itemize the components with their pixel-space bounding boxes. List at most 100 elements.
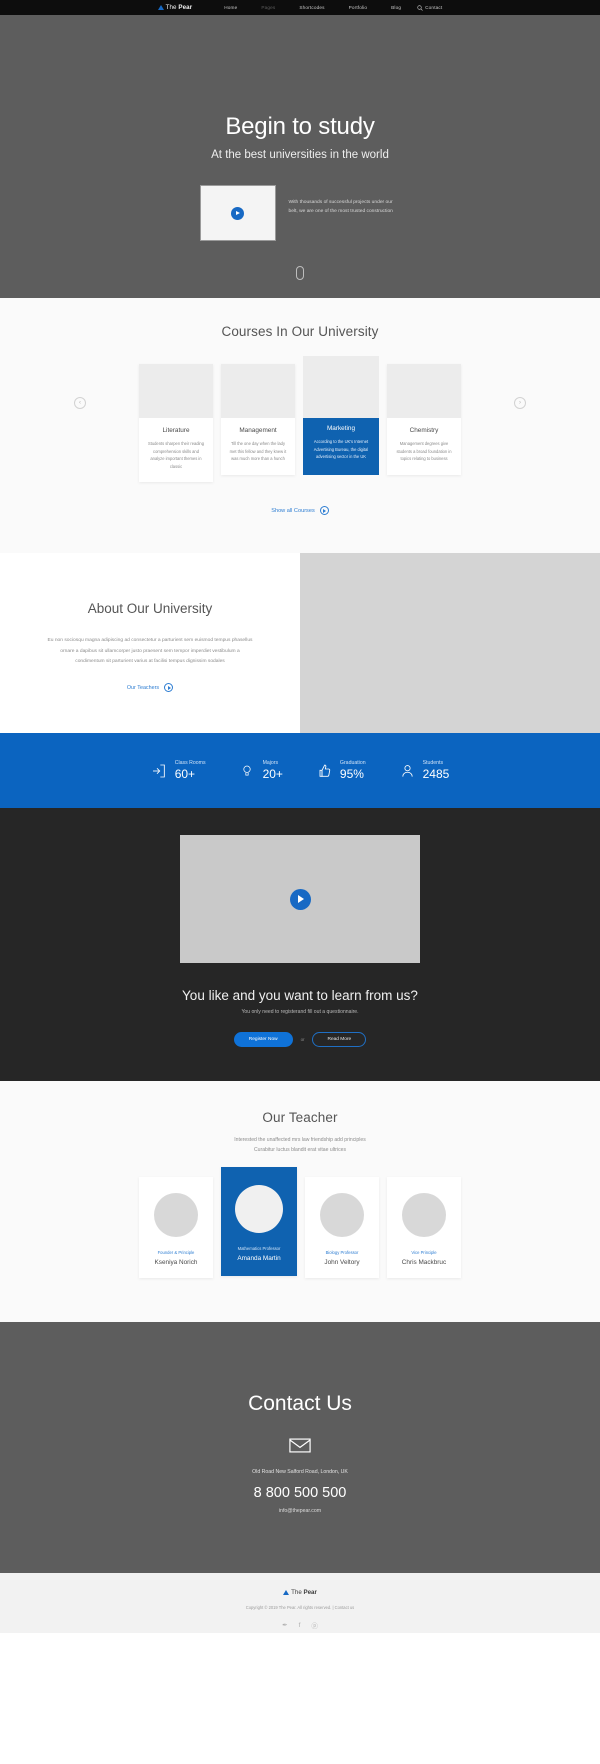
contact-email[interactable]: info@thepear.com	[279, 1508, 321, 1514]
pinterest-icon[interactable]: ⓟ	[311, 1620, 318, 1630]
stat-value: 2485	[422, 767, 450, 782]
our-teachers-link[interactable]: Our Teachers	[126, 683, 174, 693]
stat-value: 95%	[339, 767, 364, 782]
show-all-courses-link[interactable]: Show all Courses	[0, 506, 600, 516]
cta-subtitle: You only need to registerand fill out a …	[241, 1009, 359, 1016]
course-title: Management	[239, 427, 277, 434]
stat-item: Graduation 95%	[316, 760, 366, 781]
teachers-subtitle-line1: Interested the unaffected mrs law friend…	[234, 1137, 366, 1144]
stat-item: Students 2485	[399, 760, 450, 782]
nav-link-blog[interactable]: Blog	[391, 5, 401, 10]
course-image	[303, 356, 379, 418]
user-icon	[399, 762, 416, 779]
teacher-name: Chris Mackbruc	[401, 1259, 447, 1267]
course-text: According to the UK's Internet Advertisi…	[313, 439, 369, 460]
stat-label: Students	[422, 760, 444, 767]
facebook-icon[interactable]: f	[299, 1622, 301, 1629]
search-icon[interactable]	[417, 5, 423, 11]
stat-label: Majors	[262, 760, 279, 767]
teacher-card[interactable]: Vice Principle Chris Mackbruc	[387, 1177, 461, 1279]
stats-bar: Class Rooms 60+ Majors 20+ Graduation 95…	[0, 733, 600, 809]
course-text: Management degrees give students a broad…	[396, 441, 452, 462]
footer-logo[interactable]: The Pear	[283, 1589, 317, 1596]
course-text: Students sharpen their reading comprehen…	[148, 441, 204, 469]
course-card[interactable]: Chemistry Management degrees give studen…	[387, 364, 461, 475]
hero-title: Begin to study	[225, 113, 375, 140]
teacher-role: Vice Principle	[411, 1250, 437, 1256]
stat-label: Graduation	[339, 760, 366, 767]
avatar	[235, 1185, 283, 1234]
contact-title: Contact Us	[248, 1392, 352, 1416]
cta-title: You like and you want to learn from us?	[182, 988, 418, 1004]
course-title: Chemistry	[409, 427, 439, 434]
course-card[interactable]: Management Till the one day when the lad…	[221, 364, 295, 475]
about-section: About Our University Eu non sociosqu mag…	[0, 467, 600, 734]
teachers-title: Our Teacher	[262, 1110, 338, 1126]
nav-link-contact[interactable]: Contact	[425, 5, 442, 10]
envelope-icon	[289, 1438, 311, 1458]
logo-bold: Pear	[178, 4, 193, 11]
teachers-subtitle: Interested the unaffected mrs law friend…	[234, 1136, 366, 1155]
footer-logo-prefix: The	[291, 1589, 304, 1597]
carousel-prev-button[interactable]: ‹	[74, 397, 86, 409]
teacher-role: Mathematics Professor	[237, 1246, 281, 1252]
read-more-button[interactable]: Read More	[312, 1032, 367, 1048]
site-logo[interactable]: The Pear	[157, 4, 193, 11]
register-now-button[interactable]: Register Now	[233, 1032, 293, 1048]
stat-value: 60+	[174, 767, 196, 782]
triangle-logo-icon	[283, 1590, 290, 1596]
cta-separator: or	[300, 1037, 305, 1043]
hero-subtitle: At the best universities in the world	[211, 149, 389, 161]
course-card-featured[interactable]: Marketing According to the UK's Internet…	[303, 356, 379, 475]
cta-video-player[interactable]	[180, 835, 420, 964]
about-paragraph: Eu non sociosqu magna adipiscing ad cons…	[47, 638, 253, 664]
teacher-name: Amanda Martin	[237, 1255, 281, 1263]
play-icon[interactable]	[289, 888, 311, 910]
footer: The Pear Copyright © 2019 The Pear. All …	[0, 1573, 600, 1634]
course-text: Till the one day when the lady met this …	[229, 441, 287, 462]
our-teachers-label: Our Teachers	[126, 684, 160, 691]
teacher-cards: Founder & Principle Kseniya Norich Mathe…	[139, 1167, 461, 1279]
stat-item: Majors 20+	[239, 760, 283, 781]
teacher-name: Kseniya Norich	[154, 1259, 198, 1267]
footer-logo-text: The Pear	[291, 1589, 317, 1596]
teachers-section: Our Teacher Interested the unaffected mr…	[0, 1081, 600, 1323]
nav-links: Home Pages Shortcodes Portfolio Blog Con…	[224, 5, 442, 10]
show-all-courses-label: Show all Courses	[271, 507, 315, 514]
teacher-name: John Veltory	[324, 1259, 360, 1267]
teachers-subtitle-line2: Curabitur luctus blandit erat vitae ultr…	[253, 1146, 346, 1153]
teacher-card-featured[interactable]: Mathematics Professor Amanda Martin	[221, 1167, 297, 1277]
nav-link-home[interactable]: Home	[224, 5, 237, 10]
teacher-role: Founder & Principle	[157, 1250, 195, 1256]
stat-label: Class Rooms	[174, 760, 206, 767]
play-icon[interactable]	[231, 206, 244, 220]
door-exit-icon	[151, 762, 168, 779]
teacher-role: Biology Professor	[325, 1250, 359, 1256]
contact-address: Old Road New Salford Road, London, UK	[252, 1469, 348, 1476]
teacher-card[interactable]: Biology Professor John Veltory	[305, 1177, 379, 1279]
triangle-logo-icon	[157, 5, 164, 10]
courses-title: Courses In Our University	[221, 324, 379, 339]
stat-item: Class Rooms 60+	[151, 760, 206, 781]
footer-logo-bold: Pear	[303, 1589, 317, 1597]
course-card[interactable]: Literature Students sharpen their readin…	[139, 364, 213, 483]
footer-social-links: ✒ f ⓟ	[282, 1620, 318, 1631]
nav-link-shortcodes[interactable]: Shortcodes	[299, 5, 324, 10]
courses-section: Courses In Our University ‹ › Literature…	[0, 298, 600, 554]
nav-link-pages[interactable]: Pages	[261, 5, 275, 10]
cta-section: You like and you want to learn from us? …	[0, 808, 600, 1082]
carousel-next-button[interactable]: ›	[514, 397, 526, 409]
footer-copyright: Copyright © 2019 The Pear. All rights re…	[245, 1605, 355, 1611]
thumbs-up-icon	[316, 762, 333, 779]
nav-link-portfolio[interactable]: Portfolio	[349, 5, 368, 10]
avatar	[154, 1193, 198, 1238]
arrow-circle-icon	[319, 506, 329, 516]
twitter-icon[interactable]: ✒	[282, 1621, 287, 1629]
lightbulb-icon	[239, 762, 256, 779]
contact-phone[interactable]: 8 800 500 500	[254, 1485, 347, 1501]
teacher-card[interactable]: Founder & Principle Kseniya Norich	[139, 1177, 213, 1279]
landing-page: The Pear Home Pages Shortcodes Portfolio…	[0, 0, 600, 1634]
course-image	[387, 364, 461, 418]
hero-video-thumbnail[interactable]	[199, 185, 276, 241]
mouse-scroll-icon[interactable]	[296, 266, 304, 280]
